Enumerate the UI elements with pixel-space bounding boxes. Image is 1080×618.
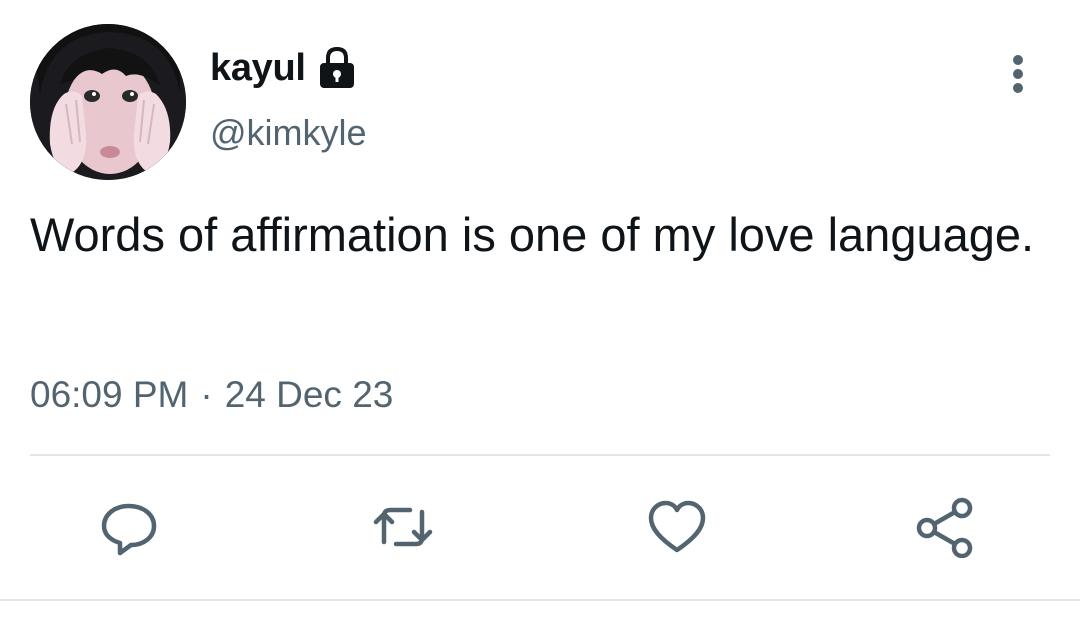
share-button[interactable] — [910, 492, 980, 562]
action-bar — [0, 492, 1080, 562]
reply-icon — [101, 503, 157, 556]
tweet-time[interactable]: 06:09 PM — [30, 374, 188, 416]
meta-separator: · — [200, 374, 213, 415]
tweet-card: kayul @kimkyle Words of affirmation is o… — [0, 0, 1080, 618]
tweet-date[interactable]: 24 Dec 23 — [225, 374, 394, 416]
share-icon — [916, 497, 973, 558]
divider — [30, 454, 1050, 456]
profile-photo-image — [30, 24, 186, 180]
retweet-icon — [373, 507, 433, 547]
lock-icon — [316, 46, 358, 90]
more-options-button[interactable] — [996, 52, 1040, 96]
display-name[interactable]: kayul — [210, 47, 306, 90]
like-button[interactable] — [642, 492, 712, 562]
tweet-text: Words of affirmation is one of my love l… — [30, 208, 1035, 261]
bottom-divider — [0, 599, 1080, 601]
display-name-row: kayul — [210, 40, 358, 96]
retweet-button[interactable] — [368, 492, 438, 562]
user-handle[interactable]: @kimkyle — [210, 112, 367, 154]
reply-button[interactable] — [94, 492, 164, 562]
more-vertical-icon — [1013, 55, 1023, 93]
avatar[interactable] — [30, 24, 186, 180]
tweet-meta: 06:09 PM · 24 Dec 23 — [30, 374, 393, 416]
heart-icon — [648, 500, 706, 553]
